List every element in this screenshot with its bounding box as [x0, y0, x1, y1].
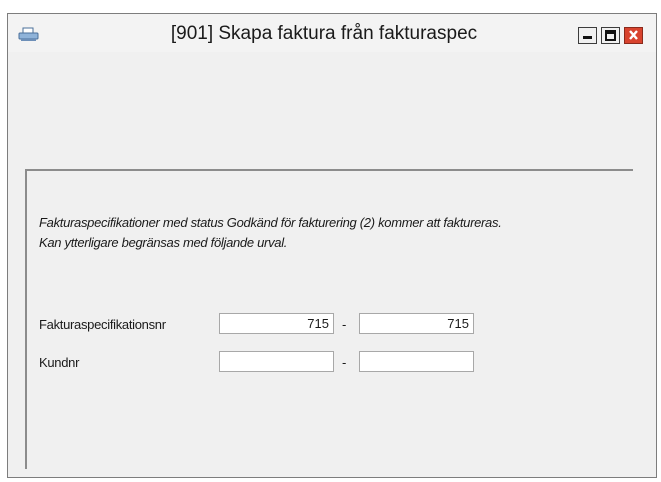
info-line-2: Kan ytterligare begränsas med följande u… — [39, 235, 288, 250]
invoice-spec-to-input[interactable]: 715 — [359, 313, 474, 334]
customer-to-input[interactable] — [359, 351, 474, 372]
invoice-spec-from-input[interactable]: 715 — [219, 313, 334, 334]
title-bar[interactable]: [901] Skapa faktura från fakturaspec — [8, 14, 656, 52]
dialog-window: [901] Skapa faktura från fakturaspec Fak… — [7, 13, 657, 478]
selection-panel: Fakturaspecifikationer med status Godkän… — [25, 169, 633, 469]
close-button[interactable] — [624, 27, 643, 44]
customer-from-input[interactable] — [219, 351, 334, 372]
minimize-button[interactable] — [578, 27, 597, 44]
window-title: [901] Skapa faktura från fakturaspec — [170, 23, 478, 44]
close-icon — [629, 30, 638, 40]
minimize-icon — [583, 36, 592, 39]
customer-number-label: Kundnr — [39, 355, 80, 370]
range-dash: - — [342, 355, 347, 370]
maximize-button[interactable] — [601, 27, 620, 44]
range-dash: - — [342, 317, 347, 332]
maximize-icon — [605, 30, 616, 41]
invoice-spec-label: Fakturaspecifikationsnr — [39, 317, 166, 332]
info-text: Fakturaspecifikationer med status Godkän… — [39, 213, 502, 253]
info-line-1: Fakturaspecifikationer med status Godkän… — [39, 215, 502, 230]
